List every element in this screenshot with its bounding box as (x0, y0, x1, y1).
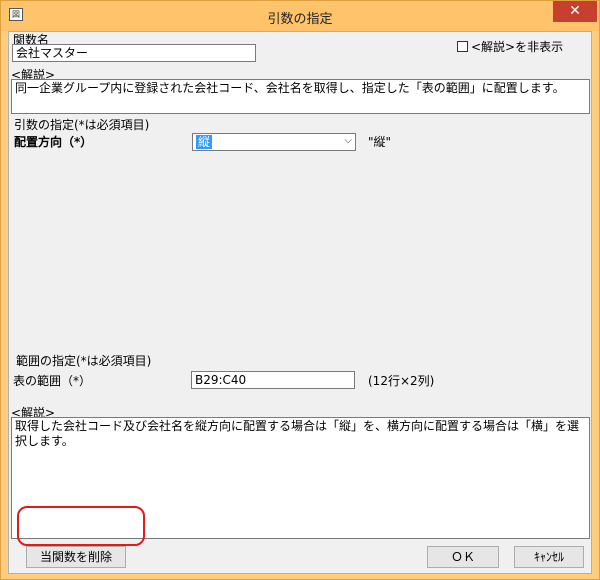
title-bar[interactable]: 図 引数の指定 ✕ (1, 1, 599, 31)
delete-function-button[interactable]: 当関数を削除 (26, 546, 126, 568)
range-section-title: 範囲の指定(*は必須項目) (16, 354, 152, 368)
cancel-button[interactable]: ｷｬﾝｾﾙ (514, 546, 584, 568)
chevron-down-icon[interactable]: ⌵ (344, 135, 352, 146)
dialog-body: 関数名 会社マスター <解説>を非表示 <解説> 同一企業グループ内に登録された… (8, 31, 592, 574)
hide-description-checkbox[interactable] (457, 41, 468, 52)
ok-button[interactable]: ＯＫ (427, 546, 499, 568)
description-top-text: 同一企業グループ内に登録された会社コード、会社名を取得し、指定した「表の範囲」に… (11, 79, 590, 114)
dialog-window: 図 引数の指定 ✕ 関数名 会社マスター <解説>を非表示 <解説> 同一企業グ… (0, 0, 600, 580)
args-section-title: 引数の指定(*は必須項目) (14, 118, 150, 132)
highlight-annotation (17, 506, 145, 546)
hide-description-label: <解説>を非表示 (471, 40, 564, 54)
function-name-field[interactable]: 会社マスター (12, 44, 256, 62)
range-hint: (12行×2列) (368, 374, 435, 388)
placement-selected-value: 縦 (196, 135, 213, 149)
placement-label: 配置方向（*） (14, 135, 93, 149)
close-button[interactable]: ✕ (553, 1, 597, 22)
placement-select[interactable]: 縦 ⌵ (192, 133, 356, 151)
range-label: 表の範囲（*） (13, 374, 92, 388)
window-title: 引数の指定 (267, 12, 333, 27)
range-field[interactable]: B29:C40 (191, 371, 355, 389)
placement-hint: "縦" (368, 135, 392, 149)
